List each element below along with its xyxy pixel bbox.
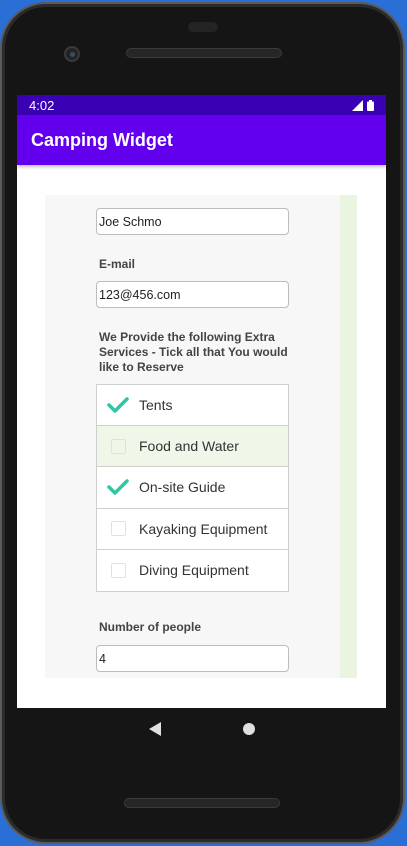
checkmark-icon xyxy=(101,479,135,496)
form-card: Joe Schmo E-mail 123@456.com We Provide … xyxy=(45,195,357,678)
bottom-speaker xyxy=(124,798,280,808)
checkbox-food-and-water[interactable]: Food and Water xyxy=(97,426,288,468)
form-container: Joe Schmo E-mail 123@456.com We Provide … xyxy=(17,95,386,708)
front-camera xyxy=(64,46,80,62)
checkbox-tents[interactable]: Tents xyxy=(97,385,288,427)
home-icon[interactable] xyxy=(242,722,256,736)
people-field[interactable]: 4 xyxy=(96,645,289,672)
earpiece-speaker xyxy=(126,48,282,58)
app-bar: Camping Widget xyxy=(17,115,386,165)
checkbox-empty-icon xyxy=(101,521,135,537)
checkbox-label: Kayaking Equipment xyxy=(139,520,268,537)
app-title: Camping Widget xyxy=(31,129,173,150)
navigation-bar xyxy=(17,708,386,750)
checkbox-empty-icon xyxy=(101,562,135,578)
checkbox-label: Diving Equipment xyxy=(139,562,249,579)
services-label: We Provide the following Extra Services … xyxy=(99,330,288,374)
email-field[interactable]: 123@456.com xyxy=(96,281,289,308)
back-icon[interactable] xyxy=(148,721,162,737)
side-accent-strip xyxy=(340,195,357,678)
proximity-sensor xyxy=(188,22,218,32)
name-field[interactable]: Joe Schmo xyxy=(96,208,289,235)
people-label: Number of people xyxy=(99,620,202,634)
checkbox-empty-icon xyxy=(101,438,135,454)
services-checklist: Tents Food and Water On-site Guide Kayak… xyxy=(96,384,289,592)
checkmark-icon xyxy=(101,397,135,413)
email-label: E-mail xyxy=(99,257,136,271)
checkbox-label: Food and Water xyxy=(139,438,239,455)
checkbox-on-site-guide[interactable]: On-site Guide xyxy=(97,467,288,509)
checkbox-kayaking-equipment[interactable]: Kayaking Equipment xyxy=(97,509,288,550)
checkbox-diving-equipment[interactable]: Diving Equipment xyxy=(97,550,288,591)
checkbox-label: On-site Guide xyxy=(139,479,226,496)
checkbox-label: Tents xyxy=(139,397,173,414)
